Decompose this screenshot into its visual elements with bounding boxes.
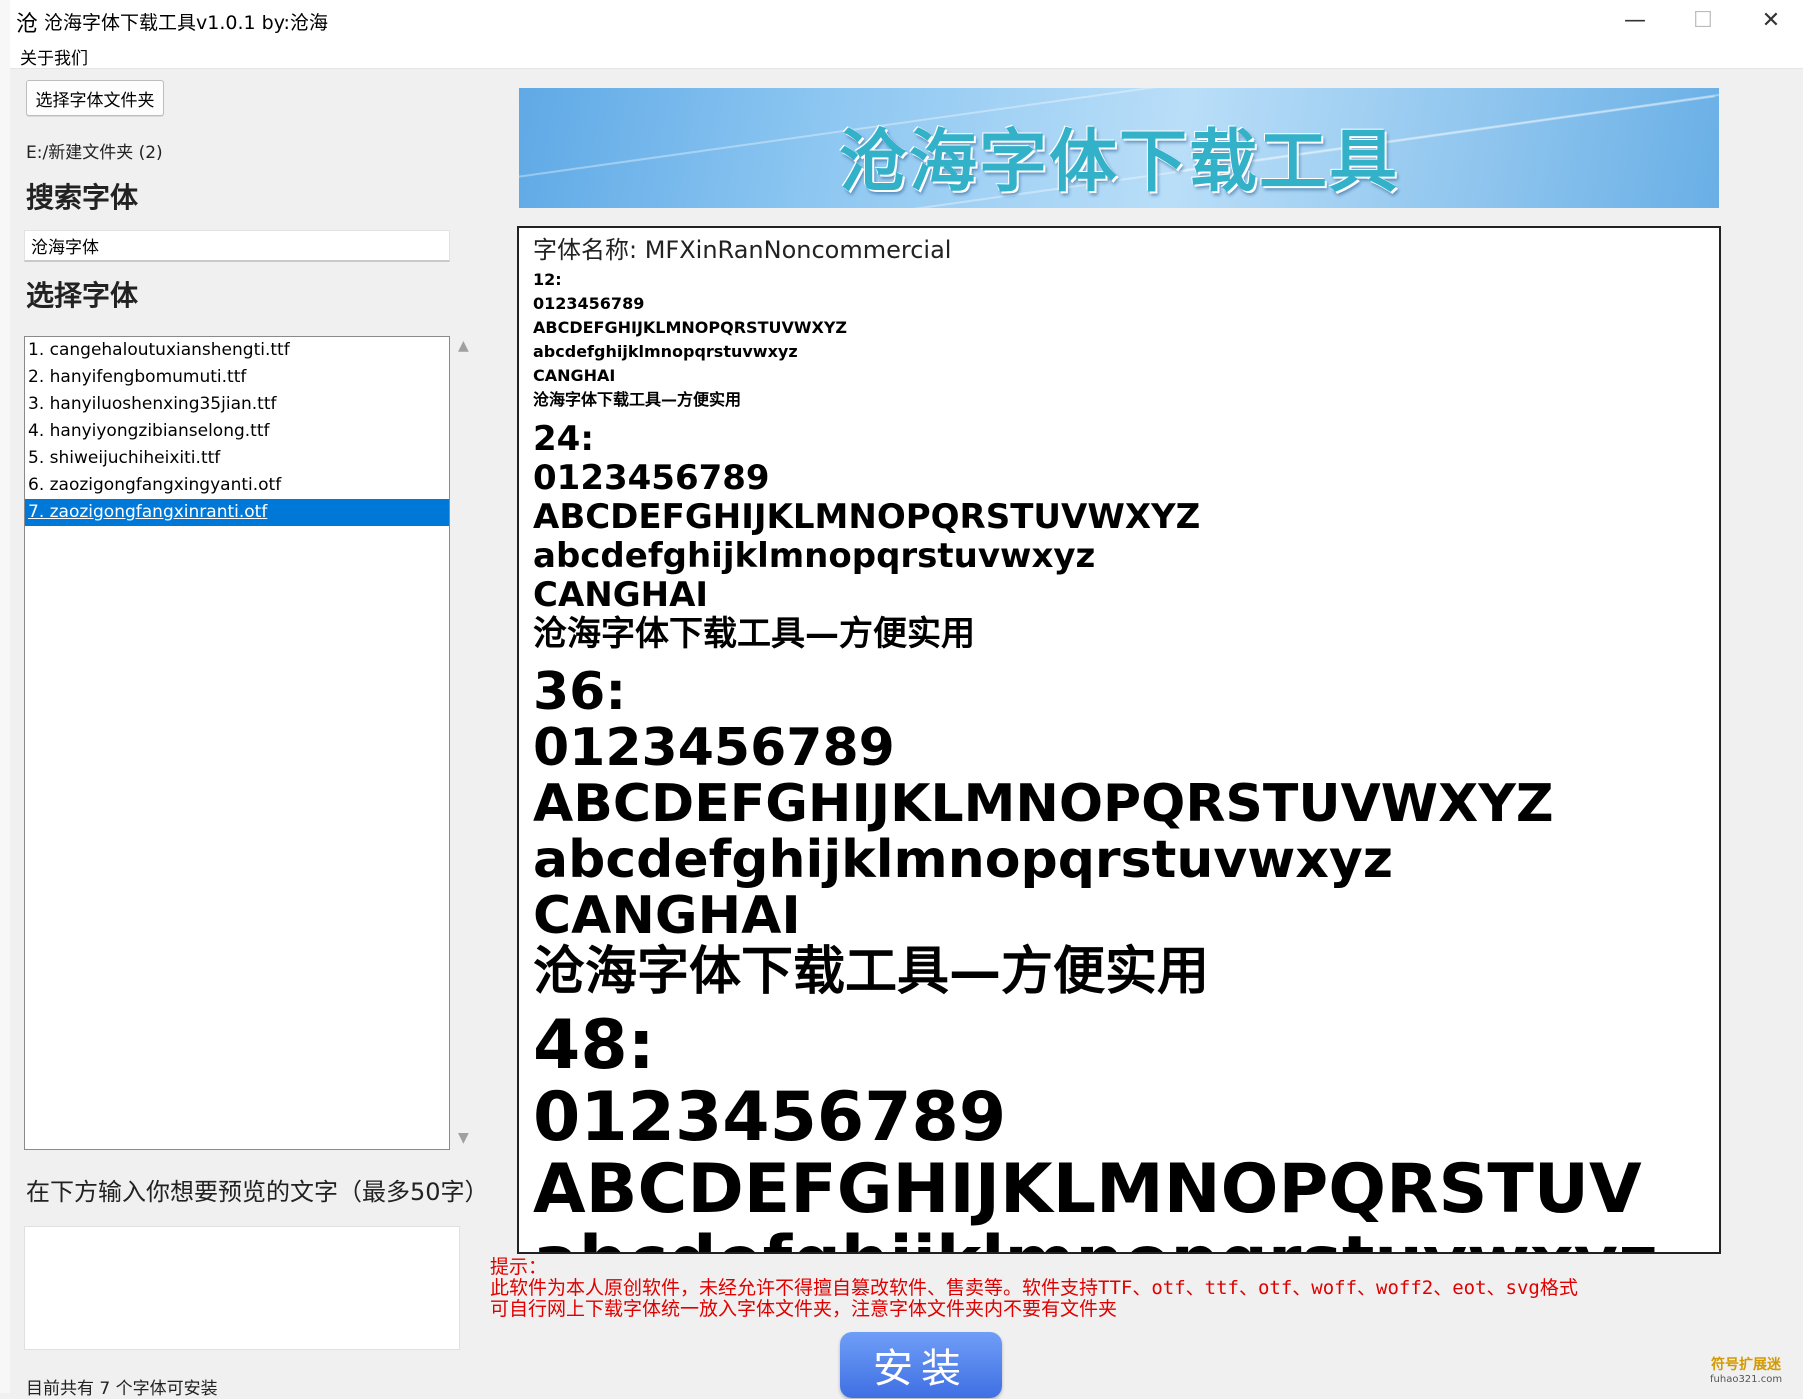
sample-uppercase: ABCDEFGHIJKLMNOPQRSTUV	[533, 1150, 1642, 1229]
maximize-button[interactable]: ☐	[1670, 0, 1736, 40]
window-title: 沧海字体下载工具v1.0.1 by:沧海	[44, 12, 328, 34]
search-input[interactable]: 沧海字体	[24, 230, 450, 262]
menu-about[interactable]: 关于我们	[20, 44, 88, 69]
preview-text-input[interactable]	[24, 1226, 460, 1350]
notice-line: 可自行网上下载字体统一放入字体文件夹，注意字体文件夹内不要有文件夹	[490, 1298, 1118, 1320]
sample-chinese: 沧海字体下载工具—方便实用	[533, 390, 742, 409]
minimize-button[interactable]: —	[1602, 0, 1668, 40]
sample-uppercase: ABCDEFGHIJKLMNOPQRSTUVWXYZ	[533, 318, 848, 337]
font-list-item[interactable]: 3. hanyiluoshenxing35jian.ttf	[25, 391, 449, 418]
watermark-sub: fuhao321.com	[1710, 1374, 1783, 1385]
sample-lowercase: abcdefghijklmnopqrstuvwxyz	[533, 830, 1394, 890]
sample-digits: 0123456789	[533, 1078, 1007, 1157]
font-samples: 12: 0123456789 ABCDEFGHIJKLMNOPQRSTUVWXY…	[533, 268, 1719, 1253]
sample-size-48: 48: 0123456789 ABCDEFGHIJKLMNOPQRSTUV ab…	[533, 1006, 1719, 1253]
sample-size-label: 24:	[533, 419, 594, 459]
menu-bar: 关于我们	[10, 40, 1803, 69]
status-text: 目前共有 7 个字体可安装	[26, 1379, 218, 1399]
font-list-item[interactable]: 4. hanyiyongzibianselong.ttf	[25, 418, 449, 445]
font-preview-panel: 字体名称: MFXinRanNoncommercial 12: 01234567…	[517, 226, 1721, 1254]
title-bar: 沧 沧海字体下载工具v1.0.1 by:沧海 — ☐ ✕	[10, 0, 1803, 40]
banner: 沧海字体下载工具	[519, 88, 1719, 208]
sample-lowercase: abcdefghijklmnopqrstuvwxyz	[533, 342, 798, 361]
sample-uppercase: ABCDEFGHIJKLMNOPQRSTUVWXYZ	[533, 497, 1201, 537]
app-icon: 沧	[16, 12, 39, 37]
select-heading: 选择字体	[26, 279, 139, 312]
sample-size-36: 36: 0123456789 ABCDEFGHIJKLMNOPQRSTUVWXY…	[533, 662, 1719, 1002]
sample-name: CANGHAI	[533, 575, 709, 615]
banner-title: 沧海字体下载工具	[838, 123, 1399, 202]
font-name-label: 字体名称: MFXinRanNoncommercial	[533, 236, 952, 264]
sample-lowercase: abcdefghijklmnopqrstuvwxyz	[533, 1226, 1719, 1253]
notice-text: 提示： 此软件为本人原创软件，未经允许不得擅自篡改软件、售卖等。软件支持TTF、…	[490, 1257, 1578, 1320]
watermark-logo: 符号扩展迷 fuhao321.com	[1710, 1354, 1782, 1385]
sample-size-label: 36:	[533, 662, 627, 722]
sample-size-label: 48:	[533, 1006, 655, 1085]
folder-path: E:/新建文件夹 (2)	[26, 143, 163, 163]
font-list-item-selected[interactable]: 7. zaozigongfangxinranti.otf	[25, 499, 449, 526]
scroll-down-arrow-icon[interactable]: ▼	[458, 1130, 469, 1146]
font-list-item[interactable]: 5. shiweijuchiheixiti.ttf	[25, 445, 449, 472]
font-list-item[interactable]: 6. zaozigongfangxingyanti.otf	[25, 472, 449, 499]
sample-name: CANGHAI	[533, 366, 616, 385]
preview-text-label: 在下方输入你想要预览的文字（最多50字）	[26, 1178, 489, 1206]
sample-digits: 0123456789	[533, 294, 645, 313]
sample-lowercase: abcdefghijklmnopqrstuvwxyz	[533, 536, 1096, 576]
install-button[interactable]: 安装	[840, 1332, 1002, 1398]
notice-heading: 提示：	[490, 1256, 548, 1278]
font-list[interactable]: 1. cangehaloutuxianshengti.ttf 2. hanyif…	[24, 336, 450, 1150]
app-window: 沧 沧海字体下载工具v1.0.1 by:沧海 — ☐ ✕ 关于我们 选择字体文件…	[10, 0, 1803, 1399]
font-list-item[interactable]: 2. hanyifengbomumuti.ttf	[25, 364, 449, 391]
sample-chinese: 沧海字体下载工具—方便实用	[533, 942, 1210, 1002]
scroll-up-arrow-icon[interactable]: ▲	[458, 338, 469, 354]
sample-digits: 0123456789	[533, 458, 770, 498]
sample-size-12: 12: 0123456789 ABCDEFGHIJKLMNOPQRSTUVWXY…	[533, 268, 1719, 412]
sample-uppercase: ABCDEFGHIJKLMNOPQRSTUVWXYZ	[533, 774, 1554, 834]
notice-line: 此软件为本人原创软件，未经允许不得擅自篡改软件、售卖等。软件支持TTF、otf、…	[490, 1277, 1578, 1299]
sample-name: CANGHAI	[533, 886, 801, 946]
choose-folder-button[interactable]: 选择字体文件夹	[26, 80, 164, 116]
search-heading: 搜索字体	[26, 181, 139, 214]
watermark-main: 符号扩展迷	[1711, 1357, 1782, 1373]
sample-size-label: 12:	[533, 270, 562, 289]
sample-digits: 0123456789	[533, 718, 895, 778]
close-button[interactable]: ✕	[1738, 0, 1803, 40]
sample-chinese: 沧海字体下载工具—方便实用	[533, 614, 975, 654]
font-list-item[interactable]: 1. cangehaloutuxianshengti.ttf	[25, 337, 449, 364]
sample-size-24: 24: 0123456789 ABCDEFGHIJKLMNOPQRSTUVWXY…	[533, 419, 1719, 654]
